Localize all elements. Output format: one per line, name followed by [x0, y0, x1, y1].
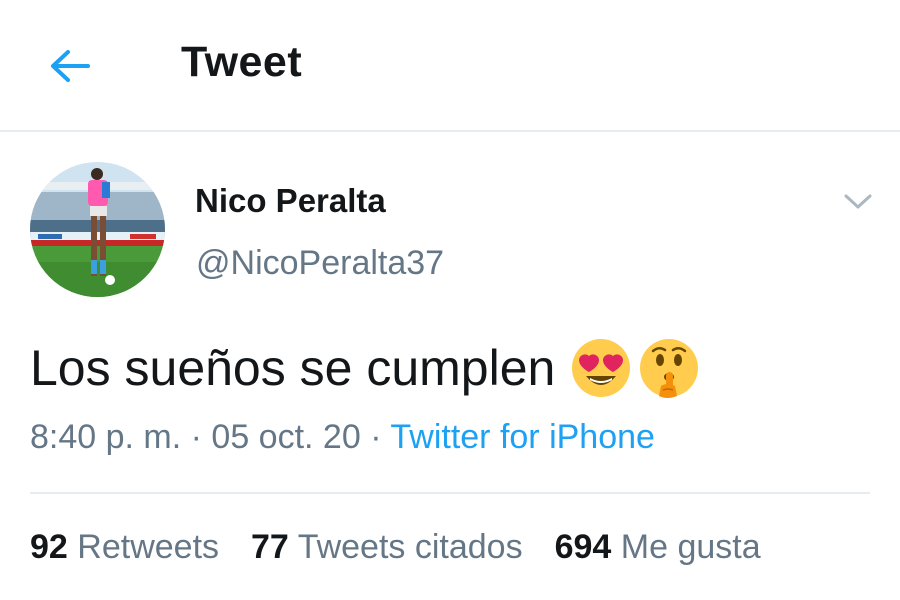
- divider: [30, 492, 870, 494]
- retweets-count: 92: [30, 528, 68, 566]
- retweets-label: Retweets: [77, 528, 220, 566]
- tweet-text: Los sueños se cumplen: [30, 340, 556, 396]
- quote-tweets-count: 77: [251, 528, 289, 566]
- meta-separator: ·: [360, 418, 391, 456]
- arrow-left-icon: [51, 50, 90, 82]
- top-bar: Tweet: [0, 0, 900, 132]
- likes-label: Me gusta: [620, 528, 761, 566]
- more-options-button[interactable]: [836, 184, 880, 220]
- likes-count: 694: [554, 528, 612, 566]
- back-button[interactable]: [40, 40, 100, 92]
- shushing-face-emoji-icon: [640, 339, 699, 398]
- tweet-body: Los sueños se cumplen: [30, 336, 701, 400]
- meta-separator: ·: [181, 418, 212, 456]
- likes-stat[interactable]: 694 Me gusta: [555, 528, 761, 567]
- heart-eyes-emoji-icon: [572, 339, 631, 397]
- tweet-time: 8:40 p. m.: [30, 418, 182, 456]
- tweet-metadata: 8:40 p. m. · 05 oct. 20 · Twitter for iP…: [30, 418, 655, 457]
- page-title: Tweet: [181, 38, 303, 86]
- avatar[interactable]: [30, 162, 165, 297]
- tweet-date: 05 oct. 20: [211, 418, 361, 456]
- user-handle[interactable]: @NicoPeralta37: [196, 244, 444, 283]
- profile-photo-icon: [30, 162, 165, 297]
- display-name[interactable]: Nico Peralta: [195, 182, 386, 220]
- quote-tweets-label: Tweets citados: [297, 528, 523, 566]
- quote-tweets-stat[interactable]: 77 Tweets citados: [251, 528, 523, 567]
- chevron-down-icon: [844, 194, 872, 209]
- tweet-source-link[interactable]: Twitter for iPhone: [390, 418, 655, 456]
- tweet-stats: 92 Retweets 77 Tweets citados 694 Me gus…: [30, 528, 761, 567]
- retweets-stat[interactable]: 92 Retweets: [30, 528, 219, 567]
